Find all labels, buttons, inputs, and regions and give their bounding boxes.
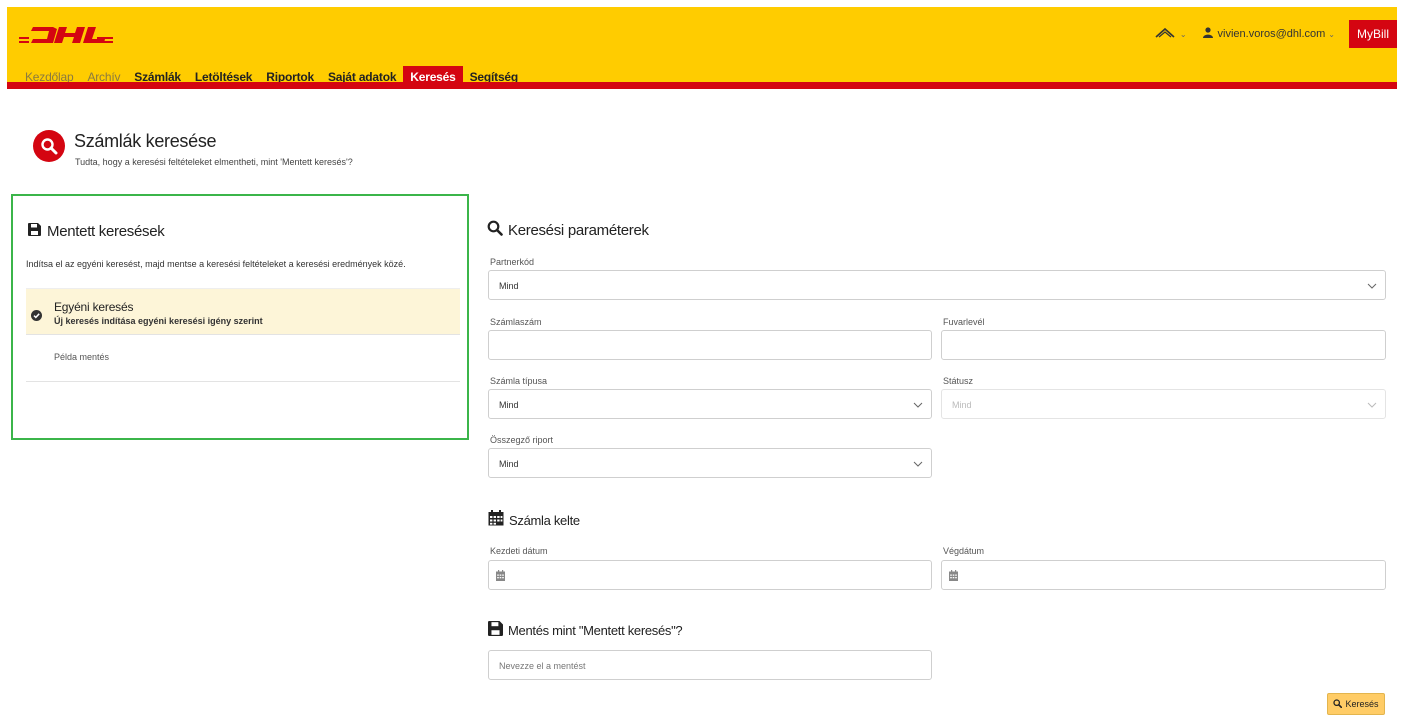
page-title: Számlák keresése: [74, 131, 217, 151]
search-params-title: Keresési paraméterek: [508, 221, 649, 239]
page-subtitle: Tudta, hogy a keresési feltételeket elme…: [75, 157, 353, 167]
calendar-icon[interactable]: [949, 570, 958, 583]
szamlaszam-label: Számlaszám: [490, 317, 542, 327]
fuvarlevel-label: Fuvarlevél: [943, 317, 985, 327]
statusz-label: Státusz: [943, 376, 974, 386]
saved-item-pelda-mentes[interactable]: Példa mentés: [26, 335, 460, 382]
osszegzo-riport-value: Mind: [499, 459, 519, 469]
end-date-label: Végdátum: [943, 546, 985, 556]
szamla-tipusa-value: Mind: [499, 400, 519, 410]
szamla-tipusa-label: Számla típusa: [490, 376, 548, 386]
saved-searches-list: Egyéni keresés Új keresés indítása egyén…: [26, 288, 460, 382]
language-selector[interactable]: ⌄: [1155, 27, 1187, 42]
user-icon: [1202, 27, 1213, 41]
save-section-title: Mentés mint "Mentett keresés"?: [508, 623, 683, 638]
saved-item-egyeni-kereses[interactable]: Egyéni keresés Új keresés indítása egyén…: [26, 288, 460, 335]
date-section-title: Számla kelte: [509, 512, 580, 528]
partnerkod-value: Mind: [499, 281, 519, 291]
user-email: vivien.voros@dhl.com: [1217, 28, 1326, 40]
szamlaszam-input[interactable]: [488, 330, 932, 360]
check-circle-icon: [31, 308, 42, 326]
header-bar: ⌄ vivien.voros@dhl.com ⌄ MyBill Kezdőlap…: [7, 7, 1397, 89]
search-params-heading: Keresési paraméterek: [487, 220, 649, 240]
search-button[interactable]: Keresés: [1327, 693, 1385, 715]
dhl-logo[interactable]: [19, 21, 113, 45]
save-name-input[interactable]: Nevezze el a mentést: [488, 650, 932, 680]
saved-searches-description: Indítsa el az egyéni keresést, majd ment…: [26, 259, 406, 269]
floppy-disk-icon: [28, 223, 41, 240]
chevron-down-icon: [913, 400, 923, 410]
szamla-tipusa-select[interactable]: Mind: [488, 389, 932, 419]
fuvarlevel-input[interactable]: [941, 330, 1386, 360]
search-button-label: Keresés: [1345, 699, 1379, 709]
saved-searches-heading: Mentett keresések: [28, 223, 165, 240]
mybill-button[interactable]: MyBill: [1349, 20, 1397, 48]
save-name-placeholder: Nevezze el a mentést: [499, 661, 586, 671]
osszegzo-riport-label: Összegző riport: [490, 435, 554, 445]
chevron-down-icon: ⌄: [1179, 29, 1187, 39]
search-icon: [487, 220, 503, 240]
statusz-value: Mind: [952, 400, 972, 410]
user-menu[interactable]: vivien.voros@dhl.com ⌄: [1202, 27, 1335, 41]
flag-icon: [1155, 27, 1175, 42]
chevron-down-icon: [1367, 281, 1377, 291]
search-icon: [33, 130, 65, 162]
saved-searches-title: Mentett keresések: [47, 223, 165, 240]
date-section-heading: Számla kelte: [488, 510, 580, 530]
header-divider: [7, 82, 1397, 89]
osszegzo-riport-select[interactable]: Mind: [488, 448, 932, 478]
partnerkod-select[interactable]: Mind: [488, 270, 1386, 300]
calendar-icon: [488, 510, 504, 530]
floppy-disk-icon: [488, 621, 503, 640]
start-date-input[interactable]: [488, 560, 932, 590]
chevron-down-icon: ⌄: [1328, 29, 1335, 39]
saved-item-title: Példa mentés: [54, 352, 110, 362]
search-icon: [1333, 698, 1343, 710]
chevron-down-icon: [913, 459, 923, 469]
end-date-input[interactable]: [941, 560, 1386, 590]
saved-item-subtitle: Új keresés indítása egyéni keresési igén…: [54, 316, 263, 326]
start-date-label: Kezdeti dátum: [490, 546, 548, 556]
saved-searches-panel: Mentett keresések Indítsa el az egyéni k…: [11, 194, 469, 440]
calendar-icon[interactable]: [496, 570, 505, 583]
statusz-select[interactable]: Mind: [941, 389, 1386, 419]
partnerkod-label: Partnerkód: [490, 257, 535, 267]
chevron-down-icon: [1367, 400, 1377, 410]
save-section-heading: Mentés mint "Mentett keresés"?: [488, 621, 683, 640]
header-actions: ⌄ vivien.voros@dhl.com ⌄ MyBill: [1155, 20, 1397, 48]
saved-item-title: Egyéni keresés: [54, 300, 134, 314]
